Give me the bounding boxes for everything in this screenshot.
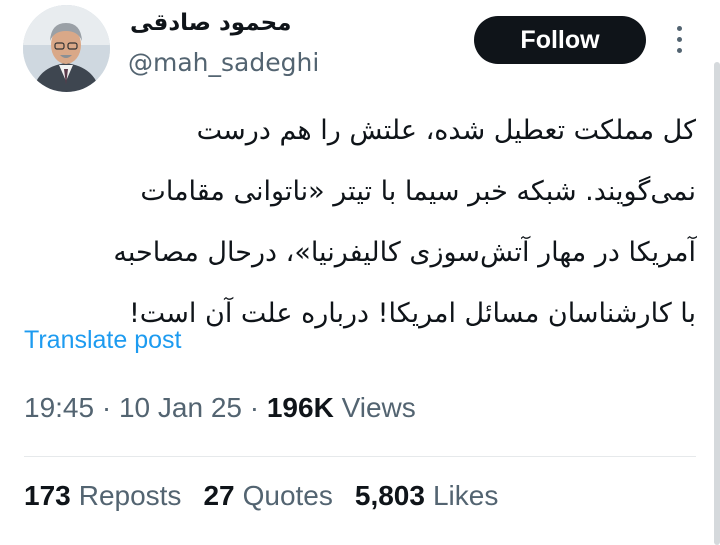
follow-button[interactable]: Follow [474,16,646,64]
post-text-line: آمریکا در مهار آتش‌سوزی کالیفرنیا»، درحا… [113,237,696,268]
post-date[interactable]: 10 Jan 25 [119,392,242,423]
separator: · [249,392,260,423]
author-display-name[interactable]: محمود صادقی [130,10,291,36]
post-text: کل مملکت تعطیل شده، علتش را هم درست نمی‌… [24,100,696,344]
quotes-stat[interactable]: 27 Quotes [203,480,332,512]
quotes-label: Quotes [242,480,333,511]
divider [24,456,696,457]
translate-post-link[interactable]: Translate post [24,326,181,355]
reposts-stat[interactable]: 173 Reposts [24,480,181,512]
scrollbar[interactable] [714,62,720,545]
post-text-line: کل مملکت تعطیل شده، علتش را هم درست [196,115,696,146]
likes-count: 5,803 [354,480,425,511]
more-vertical-icon[interactable] [666,18,692,60]
post-time[interactable]: 19:45 [24,392,94,423]
avatar[interactable] [23,5,110,92]
more-dot [676,47,682,53]
more-dot [676,36,682,42]
views-count: 196K [266,392,334,423]
reposts-count: 173 [24,480,71,511]
likes-stat[interactable]: 5,803 Likes [355,480,498,512]
views-label: Views [341,392,416,423]
profile-photo [23,5,110,92]
reposts-label: Reposts [78,480,182,511]
more-dot [676,25,682,31]
post-meta: 19:45 · 10 Jan 25 · 196K Views [24,392,416,424]
quotes-count: 27 [203,480,235,511]
engagement-stats: 173 Reposts 27 Quotes 5,803 Likes [24,480,498,512]
likes-label: Likes [432,480,499,511]
author-handle[interactable]: @mah_sadeghi [128,48,319,77]
post-text-line: نمی‌گویند. شبکه خبر سیما با تیتر «ناتوان… [140,176,696,207]
separator: · [101,392,112,423]
